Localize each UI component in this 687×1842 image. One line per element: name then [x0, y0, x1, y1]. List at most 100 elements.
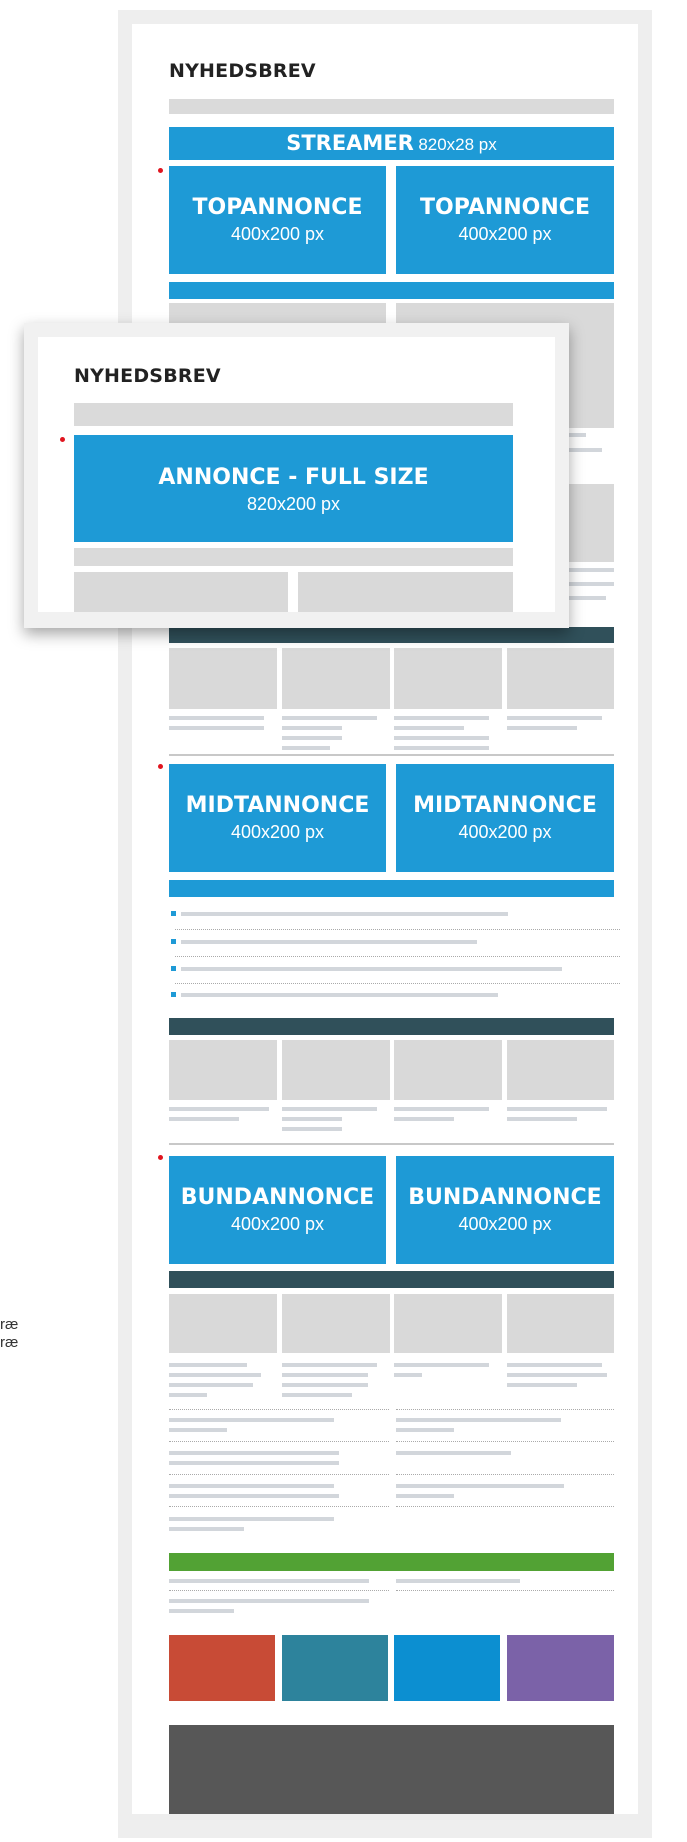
- section-divider-blue: [169, 880, 614, 897]
- article-image: [282, 1294, 390, 1353]
- text-line: [566, 582, 614, 586]
- article-image: [282, 1040, 390, 1100]
- top-ad-2-size: 400x200 px: [458, 224, 552, 244]
- top-ad-2[interactable]: TOPANNONCE 400x200 px: [396, 166, 614, 274]
- bullet-icon: [171, 911, 176, 916]
- top-ad-1-size: 400x200 px: [230, 224, 325, 244]
- article-image: [169, 648, 277, 709]
- mid-ad-2[interactable]: MIDTANNONCE 400x200 px: [396, 764, 614, 872]
- bottom-ad-1-size: 400x200 px: [230, 1214, 325, 1234]
- footer-tile-teal[interactable]: [282, 1635, 388, 1701]
- text-line: [396, 1494, 454, 1498]
- text-line: [282, 746, 330, 750]
- text-line: [396, 1428, 454, 1432]
- overlay-ad-size: 820x200 px: [246, 494, 341, 514]
- article-image: [394, 1294, 502, 1353]
- list-item-line: [181, 967, 562, 971]
- side-text-1: ræ: [0, 1316, 19, 1333]
- list-separator: [169, 1441, 389, 1442]
- bottom-ad-2[interactable]: BUNDANNONCE 400x200 px: [396, 1156, 614, 1264]
- header-bar: [169, 99, 614, 114]
- article-image: [282, 648, 390, 709]
- list-separator: [175, 929, 620, 930]
- text-line: [566, 596, 606, 600]
- article-image: [507, 648, 614, 709]
- text-line: [507, 1373, 607, 1377]
- article-image: [169, 1294, 277, 1353]
- text-line: [169, 1383, 253, 1387]
- bullet-icon: [171, 966, 176, 971]
- top-ad-1[interactable]: TOPANNONCE 400x200 px: [169, 166, 386, 274]
- list-separator: [169, 1409, 389, 1410]
- list-item-line: [181, 993, 498, 997]
- bottom-ad-marker: [158, 1155, 163, 1160]
- text-line: [394, 1373, 422, 1377]
- mid-ad-marker: [158, 764, 163, 769]
- text-line: [507, 1383, 577, 1387]
- mid-ad-1-size: 400x200 px: [230, 822, 325, 842]
- top-ad-marker: [158, 168, 163, 173]
- text-line: [282, 1373, 368, 1377]
- top-ad-2-label: TOPANNONCE: [420, 195, 590, 220]
- text-line: [169, 1428, 227, 1432]
- text-line: [507, 1117, 577, 1121]
- mid-ad-1-label: MIDTANNONCE: [185, 793, 370, 818]
- overlay-title: NYHEDSBREV: [74, 365, 221, 387]
- text-line: [169, 1107, 269, 1111]
- text-line: [282, 1127, 342, 1131]
- article-image: [566, 484, 614, 562]
- mid-ad-1[interactable]: MIDTANNONCE 400x200 px: [169, 764, 386, 872]
- text-line: [169, 1451, 339, 1455]
- list-separator: [175, 983, 620, 984]
- text-line: [282, 1117, 342, 1121]
- list-separator: [169, 1506, 389, 1507]
- text-line: [394, 1107, 489, 1111]
- text-line: [394, 746, 489, 750]
- streamer-label: STREAMER: [286, 131, 414, 155]
- text-line: [169, 1461, 339, 1465]
- text-line: [282, 726, 342, 730]
- bottom-ad-2-size: 400x200 px: [458, 1214, 552, 1234]
- streamer-banner[interactable]: STREAMER 820x28 px: [169, 127, 614, 160]
- text-line: [396, 1579, 520, 1583]
- section-header-band: [169, 1271, 614, 1288]
- text-line: [169, 1373, 261, 1377]
- overlay-header-bar: [74, 403, 513, 426]
- newsletter-footer: [169, 1725, 614, 1814]
- text-line: [169, 1418, 334, 1422]
- footer-tile-purple[interactable]: [507, 1635, 614, 1701]
- text-line: [396, 1451, 511, 1455]
- footer-tile-blue[interactable]: [394, 1635, 500, 1701]
- list-separator: [396, 1409, 614, 1410]
- text-line: [396, 1484, 564, 1488]
- text-line: [169, 1517, 334, 1521]
- list-separator: [396, 1506, 614, 1507]
- text-line: [169, 726, 264, 730]
- overlay-ad-label: ANNONCE - FULL SIZE: [158, 465, 429, 490]
- overlay-bar: [74, 548, 513, 566]
- text-line: [394, 716, 489, 720]
- text-line: [169, 1494, 339, 1498]
- text-line: [282, 1393, 352, 1397]
- text-line: [566, 448, 602, 452]
- article-image: [507, 1294, 614, 1353]
- text-line: [507, 1363, 602, 1367]
- overlay-full-size-ad[interactable]: ANNONCE - FULL SIZE 820x200 px: [74, 435, 513, 542]
- streamer-size: 820x28 px: [418, 135, 497, 154]
- section-header-band: [169, 1018, 614, 1035]
- text-line: [169, 1579, 369, 1583]
- bottom-ad-1[interactable]: BUNDANNONCE 400x200 px: [169, 1156, 386, 1264]
- list-separator: [169, 1590, 389, 1591]
- text-line: [282, 1363, 377, 1367]
- overlay-ad-marker: [60, 437, 65, 442]
- text-line: [282, 1107, 377, 1111]
- text-line: [507, 1107, 607, 1111]
- text-line: [169, 1484, 334, 1488]
- bottom-ad-1-label: BUNDANNONCE: [180, 1185, 375, 1210]
- list-item-line: [181, 912, 508, 916]
- section-header-band: [169, 627, 614, 643]
- footer-tile-red[interactable]: [169, 1635, 275, 1701]
- text-line: [507, 716, 602, 720]
- side-text-2: ræ: [0, 1334, 19, 1351]
- mid-ad-2-label: MIDTANNONCE: [413, 793, 597, 818]
